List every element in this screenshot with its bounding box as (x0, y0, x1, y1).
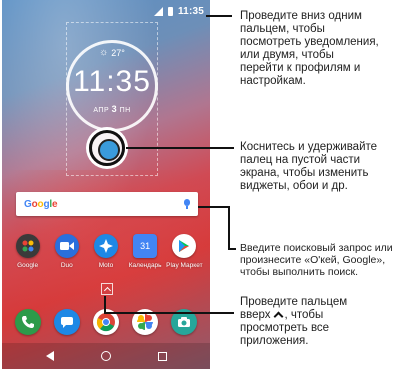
calendar-icon: 31 (133, 234, 158, 258)
chevron-up-icon (273, 311, 283, 322)
google-logo: Google (24, 198, 58, 210)
app-label: Календарь (128, 262, 162, 269)
clock-widget[interactable]: ☼ 27° 11:35 АПР 3 ПН (66, 40, 158, 132)
google-search-bar[interactable]: Google (16, 192, 198, 216)
app-row: Google Duo Moto 31 Календарь Play Маркет (2, 234, 210, 280)
date-weekday: ПН (119, 107, 131, 114)
google-folder-icon (15, 234, 40, 258)
app-duo[interactable]: Duo (48, 234, 86, 280)
callout-line-status (206, 15, 232, 17)
annotation-swipe-up: Проведите пальцем вверх, чтобы просмотре… (240, 296, 370, 348)
duo-icon (54, 234, 79, 258)
app-label: Duo (60, 262, 73, 269)
date-day: 3 (111, 104, 118, 114)
weather: ☼ 27° (69, 47, 155, 58)
callout-line-search-h2 (228, 248, 236, 250)
callout-line-apps-h (104, 312, 234, 314)
touch-hold-indicator[interactable] (89, 130, 125, 166)
annotation-search: Введите поисковый запрос или произнесите… (240, 242, 393, 278)
app-calendar[interactable]: 31 Календарь (126, 234, 164, 280)
temperature: 27° (111, 47, 125, 58)
annotation-swipe-down: Проведите вниз одним пальцем, чтобы посм… (240, 10, 379, 87)
back-icon[interactable] (45, 351, 54, 361)
callout-line-search-v (228, 206, 230, 250)
app-label: Moto (98, 262, 114, 269)
app-label: Play Маркет (166, 262, 203, 269)
sun-icon: ☼ (99, 47, 109, 58)
phone-icon[interactable] (14, 309, 41, 335)
app-google[interactable]: Google (9, 234, 47, 280)
google-logo-letter: G (24, 198, 32, 210)
status-bar: 11:35 (2, 0, 210, 22)
annotation-touch-hold: Коснитесь и удерживайте палец на пустой … (240, 141, 378, 192)
all-apps-arrow[interactable] (101, 283, 113, 295)
signal-icon (153, 6, 163, 16)
status-time: 11:35 (177, 5, 204, 17)
home-icon[interactable] (100, 351, 111, 361)
callout-line-search-h (198, 206, 230, 208)
clock-time: 11:35 (73, 65, 151, 98)
app-label: Google (17, 262, 39, 269)
google-logo-letter: e (51, 198, 58, 210)
mic-icon[interactable] (184, 199, 190, 209)
dock (2, 302, 210, 342)
app-moto[interactable]: Moto (87, 234, 125, 280)
recents-icon[interactable] (157, 351, 167, 361)
moto-icon (93, 234, 118, 258)
callout-line-touch (126, 147, 234, 149)
battery-icon (167, 6, 173, 16)
play-store-icon (172, 234, 197, 258)
date-month: АПР (93, 107, 110, 114)
messages-icon[interactable] (53, 309, 80, 335)
app-play-store[interactable]: Play Маркет (165, 234, 203, 280)
navigation-bar (2, 343, 210, 369)
clock-date: АПР 3 ПН (69, 104, 155, 114)
